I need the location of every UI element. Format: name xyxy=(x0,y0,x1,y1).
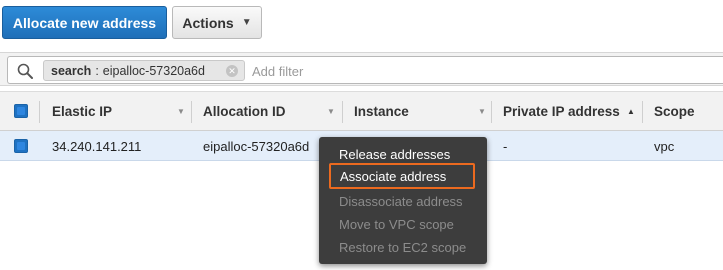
column-header-allocation-id[interactable]: Allocation ID ▼ xyxy=(203,92,343,130)
chevron-down-icon: ▼ xyxy=(241,17,252,28)
column-header-scope[interactable]: Scope xyxy=(654,92,723,130)
menu-item-disassociate-address: Disassociate address xyxy=(339,193,463,209)
column-divider xyxy=(39,101,40,123)
column-label: Scope xyxy=(654,103,695,119)
column-divider xyxy=(191,101,192,123)
allocate-new-address-button[interactable]: Allocate new address xyxy=(2,6,167,39)
actions-menu: Release addresses Associate address Disa… xyxy=(319,137,487,264)
close-icon[interactable]: ✕ xyxy=(226,65,238,77)
column-label: Instance xyxy=(354,103,409,119)
filter-bar: search : eipalloc-57320a6d ✕ xyxy=(0,52,723,86)
table-header: Elastic IP ▼ Allocation ID ▼ Instance ▼ … xyxy=(0,91,723,131)
search-box[interactable]: search : eipalloc-57320a6d ✕ xyxy=(7,56,723,84)
column-label: Elastic IP xyxy=(52,103,113,119)
sort-down-icon[interactable]: ▼ xyxy=(177,107,185,116)
search-icon xyxy=(17,63,33,79)
search-filter-token[interactable]: search : eipalloc-57320a6d ✕ xyxy=(43,60,245,81)
actions-label: Actions xyxy=(182,14,234,31)
add-filter-input[interactable] xyxy=(252,61,552,81)
toolbar: Allocate new address Actions ▼ xyxy=(0,0,723,46)
column-divider xyxy=(342,101,343,123)
column-label: Private IP address xyxy=(503,103,620,119)
menu-item-associate-address[interactable]: Associate address xyxy=(329,163,475,189)
menu-item-restore-to-ec2-scope: Restore to EC2 scope xyxy=(339,239,467,255)
row-checkbox[interactable] xyxy=(14,139,28,153)
cell-allocation-id: eipalloc-57320a6d xyxy=(203,138,310,154)
menu-item-move-to-vpc-scope: Move to VPC scope xyxy=(339,216,454,232)
sort-down-icon[interactable]: ▼ xyxy=(327,107,335,116)
cell-scope: vpc xyxy=(654,138,675,154)
menu-item-release-addresses[interactable]: Release addresses xyxy=(339,144,450,164)
token-value: eipalloc-57320a6d xyxy=(102,63,205,78)
cell-elastic-ip: 34.240.141.211 xyxy=(52,138,142,154)
select-all-checkbox[interactable] xyxy=(14,104,28,118)
actions-button[interactable]: Actions ▼ xyxy=(172,6,262,39)
token-key: search xyxy=(51,63,92,78)
column-header-private-ip[interactable]: Private IP address ▲ xyxy=(503,92,643,130)
column-header-instance[interactable]: Instance ▼ xyxy=(354,92,494,130)
column-divider xyxy=(491,101,492,123)
sort-down-icon[interactable]: ▼ xyxy=(478,107,486,116)
column-label: Allocation ID xyxy=(203,103,286,119)
column-header-elastic-ip[interactable]: Elastic IP ▼ xyxy=(52,92,192,130)
token-separator: : xyxy=(95,63,99,78)
cell-private-ip: - xyxy=(503,138,508,154)
sort-up-icon[interactable]: ▲ xyxy=(627,107,635,116)
column-divider xyxy=(642,101,643,123)
